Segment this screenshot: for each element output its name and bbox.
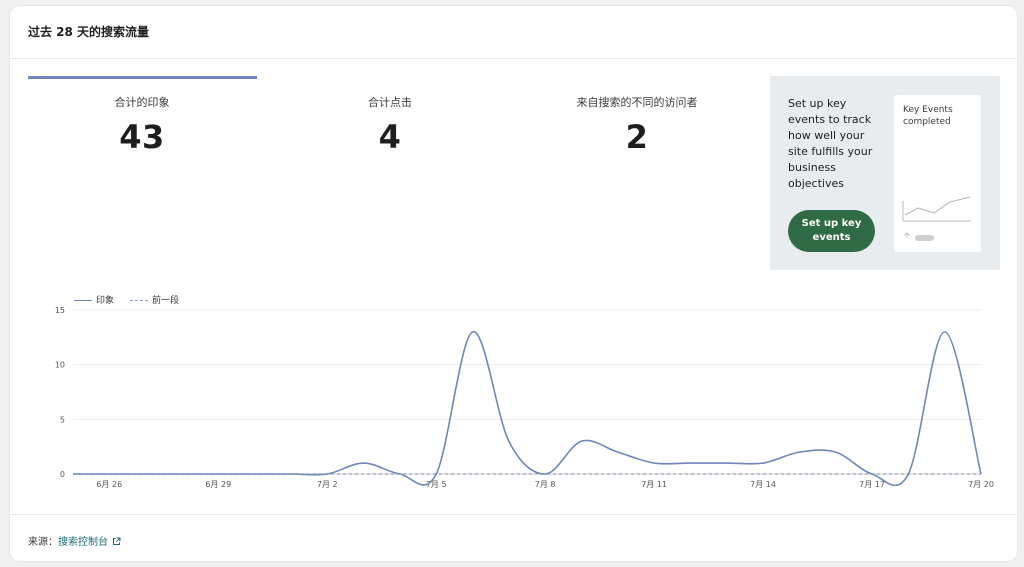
external-link-icon[interactable] xyxy=(112,537,121,549)
x-tick-label: 7月 8 xyxy=(535,480,556,489)
x-tick-label: 6月 26 xyxy=(96,480,122,489)
impressions-line-chart: 0 5 10 15 6月 26 6月 29 7月 2 7月 5 7月 8 7月 11 7月 14 7月… xyxy=(55,306,994,489)
source-line: 来源：搜索控制台 xyxy=(28,533,121,549)
y-tick-label: 0 xyxy=(60,470,65,479)
search-console-link[interactable]: 搜索控制台 xyxy=(58,537,108,548)
search-traffic-card: 过去 28 天的搜索流量 合计的印象 43 合计点击 4 来自搜索的不同的访问者… xyxy=(10,6,1017,561)
x-tick-label: 7月 5 xyxy=(426,480,447,489)
x-tick-label: 7月 11 xyxy=(641,480,667,489)
y-tick-label: 10 xyxy=(55,361,65,370)
y-tick-label: 5 xyxy=(60,415,65,424)
x-tick-label: 7月 20 xyxy=(968,480,994,489)
y-tick-label: 15 xyxy=(55,306,65,315)
source-prefix: 来源： xyxy=(28,537,58,548)
x-tick-label: 7月 14 xyxy=(750,480,776,489)
card-footer: 来源：搜索控制台 xyxy=(10,514,1017,561)
x-tick-label: 7月 2 xyxy=(317,480,338,489)
series-line-impressions xyxy=(73,331,982,487)
x-tick-label: 7月 17 xyxy=(859,480,885,489)
x-tick-label: 6月 29 xyxy=(205,480,231,489)
